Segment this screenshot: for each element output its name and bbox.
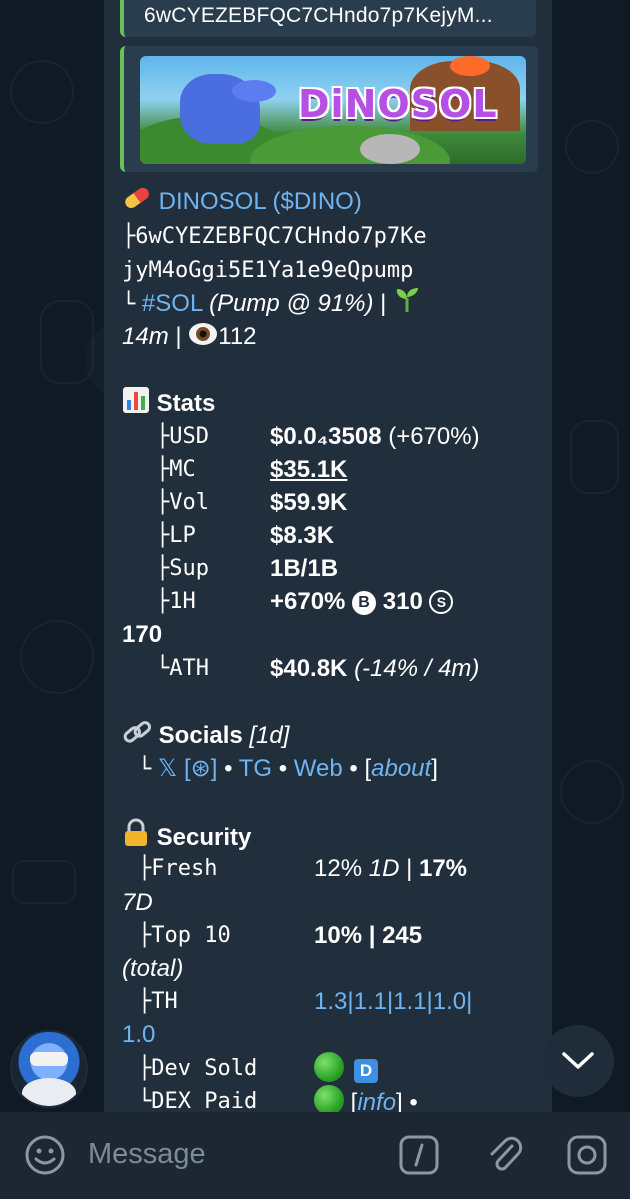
top-holders-link[interactable]: 1.3|1.1|1.1|1.0| (314, 985, 472, 1018)
socials-links: └ 𝕏 [⊛] • TG • Web • [about] (138, 755, 438, 782)
seedling-icon (393, 286, 421, 323)
top-holders-wrap[interactable]: 1.0 (122, 1018, 155, 1051)
green-circle-icon (314, 1085, 344, 1112)
dev-badge[interactable]: D (354, 1059, 378, 1083)
age-views-line: 14m | 112 (122, 320, 257, 356)
platform-text: (Pump @ 91%) (209, 290, 374, 317)
stat-key: └ATH (156, 656, 209, 681)
paperclip-icon[interactable] (484, 1134, 526, 1176)
about-link[interactable]: about (371, 755, 431, 782)
green-circle-icon (314, 1052, 344, 1082)
socials-header: Socials [1d] (122, 718, 289, 755)
stat-key: ├Vol (156, 490, 209, 515)
socials-age: [1d] (249, 722, 290, 749)
message-input[interactable]: Message (88, 1138, 206, 1171)
socials-title: Socials (158, 722, 243, 749)
sells-count: 170 (122, 621, 163, 648)
stat-value: $59.9K (270, 489, 348, 516)
banner-logo-text: DiNOSOL (298, 82, 498, 126)
dex-info-link[interactable]: info (357, 1089, 396, 1112)
token-age: 14m (122, 323, 169, 350)
x-search-link[interactable]: [⊛] (184, 755, 217, 782)
security-title: Security (156, 824, 252, 851)
stat-value: $8.3K (270, 522, 335, 549)
separator: | (380, 290, 387, 317)
banner-card[interactable]: DiNOSOL (120, 46, 538, 172)
token-name-link[interactable]: DINOSOL (159, 188, 266, 215)
eye-icon (188, 321, 218, 356)
chevron-down-icon (562, 1052, 594, 1069)
tree-branch: └ (122, 292, 136, 317)
pill-icon (122, 184, 152, 221)
x-link[interactable]: 𝕏 (158, 755, 177, 782)
stat-value: +670% B 310 S (270, 585, 454, 618)
stats-title: Stats (156, 390, 216, 417)
security-key: ├TH (138, 989, 178, 1014)
scroll-down-button[interactable] (542, 1025, 614, 1097)
message-bubble[interactable]: 6wCYEZEBFQC7CHndo7p7KejyM... DiNOSOL DIN… (104, 0, 552, 1112)
telegram-link[interactable]: TG (239, 755, 272, 782)
token-banner-image[interactable]: DiNOSOL (140, 56, 526, 164)
stat-key: ├USD (156, 424, 209, 449)
sender-avatar[interactable] (10, 1030, 88, 1108)
token-address-line-1[interactable]: ├6wCYEZEBFQC7CHndo7p7Ke (122, 220, 427, 253)
buys-icon: B (352, 591, 377, 615)
security-key: └DEX Paid (138, 1089, 258, 1112)
website-link[interactable]: Web (294, 755, 343, 782)
separator: • (224, 755, 233, 782)
link-icon (122, 718, 152, 755)
separator: • (349, 755, 358, 782)
camera-icon[interactable] (566, 1134, 608, 1176)
stat-key: ├Sup (156, 556, 209, 581)
separator: | (175, 323, 182, 350)
stat-key: ├MC (156, 457, 196, 482)
security-value: [info] • (314, 1085, 418, 1112)
reply-preview-text: 6wCYEZEBFQC7CHndo7p7KejyM... (144, 4, 493, 27)
bar-chart-icon (122, 386, 150, 423)
stat-value: $0.0₄3508 (+670%) (270, 423, 480, 450)
token-address-line-2[interactable]: jyM4oGgi5E1Ya1e9eQpump (122, 254, 413, 287)
stat-value: 1B/1B (270, 555, 339, 582)
security-key: ├Dev Sold (138, 1056, 258, 1081)
security-value: 12% 1D | 17% (314, 855, 468, 882)
token-ticker: ($DINO) (272, 188, 362, 215)
emoji-icon[interactable] (24, 1134, 66, 1176)
sells-icon: S (429, 590, 454, 614)
command-icon[interactable] (398, 1134, 440, 1176)
top10-total: (total) (122, 955, 184, 982)
security-key: ├Top 10 (138, 923, 231, 948)
tree-branch: └ (138, 757, 152, 782)
fresh-period: 7D (122, 889, 153, 916)
token-title-line: DINOSOL ($DINO) (122, 184, 362, 221)
message-composer: Message (0, 1112, 630, 1199)
security-value: D (314, 1052, 378, 1086)
chain-line: └ #SOL (Pump @ 91%) | (122, 286, 421, 323)
security-key: ├Fresh (138, 856, 218, 881)
reply-preview[interactable]: 6wCYEZEBFQC7CHndo7p7KejyM... (120, 0, 536, 37)
stats-header: Stats (122, 386, 215, 423)
views-count: 112 (218, 323, 257, 350)
separator: • (278, 755, 288, 782)
stat-value: $40.8K (-14% / 4m) (270, 655, 480, 682)
security-value: 10% | 245 (314, 922, 423, 949)
chain-hashtag[interactable]: #SOL (142, 290, 202, 317)
stat-key: ├LP (156, 523, 196, 548)
market-cap-link[interactable]: $35.1K (270, 453, 347, 486)
stat-key: ├1H (156, 589, 196, 614)
